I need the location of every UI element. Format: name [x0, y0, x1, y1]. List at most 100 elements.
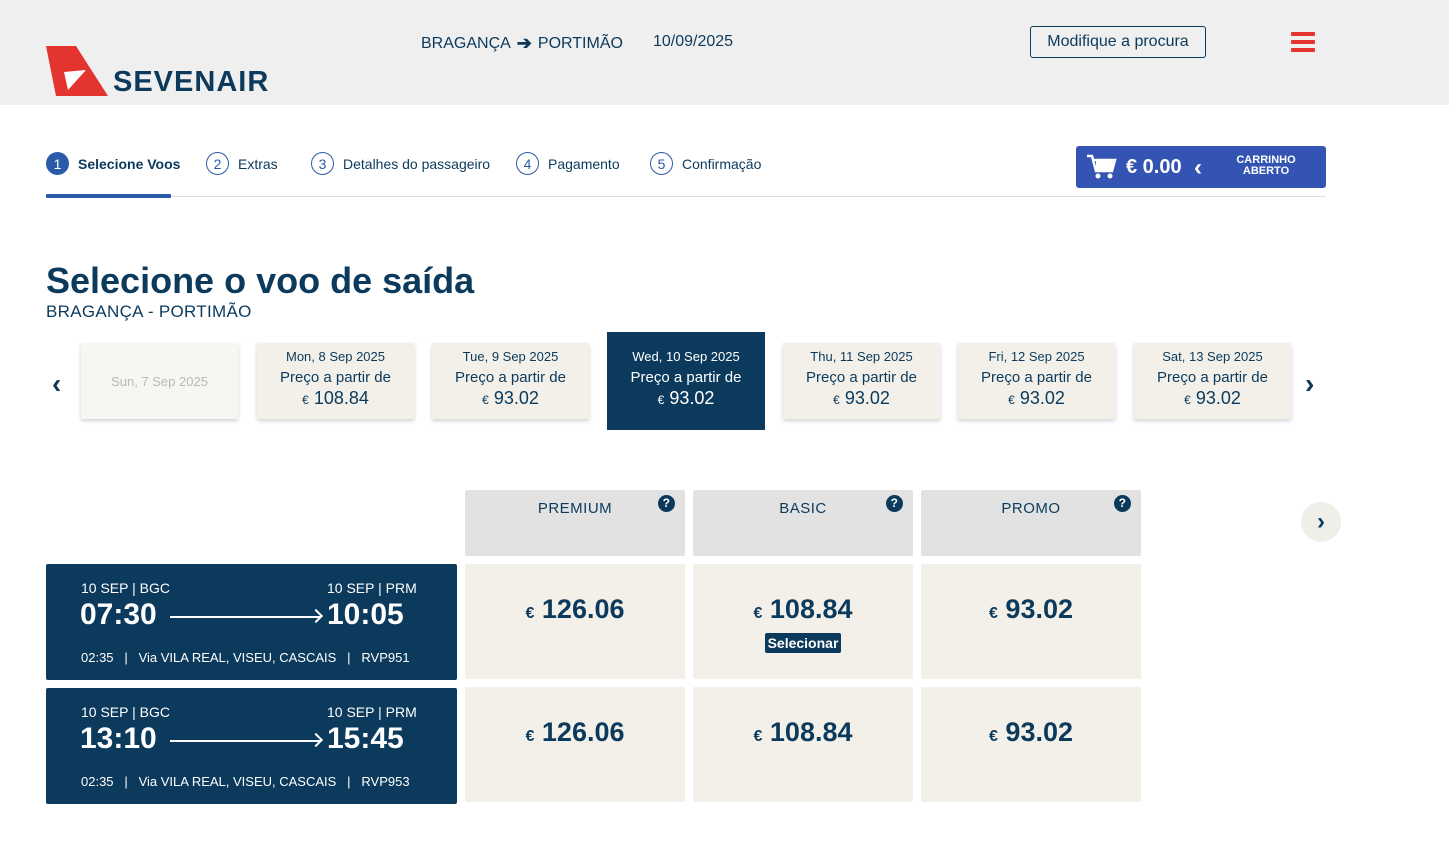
step-number: 1 [46, 152, 69, 175]
date-card-date: Wed, 10 Sep 2025 [632, 349, 740, 364]
fare-price-cell[interactable]: € 126.06 [465, 687, 685, 802]
step-number: 4 [516, 152, 539, 175]
chevron-left-icon: ‹ [1194, 154, 1202, 181]
date-card-from-label: Preço a partir de [630, 369, 742, 386]
help-icon[interactable]: ? [658, 495, 675, 512]
step-label: Detalhes do passageiro [343, 155, 491, 172]
step-label: Selecione Voos [78, 155, 181, 172]
date-card[interactable]: Sat, 13 Sep 2025 Preço a partir de € 93.… [1134, 343, 1291, 419]
euro-symbol: € [989, 605, 998, 622]
euro-symbol: € [482, 393, 489, 407]
hamburger-menu-icon[interactable] [1291, 32, 1315, 52]
date-card-price-value: 93.02 [493, 388, 539, 408]
fare-header-basic: BASIC ? [693, 490, 913, 556]
date-card[interactable]: Thu, 11 Sep 2025 Preço a partir de € 93.… [783, 343, 940, 419]
euro-symbol: € [989, 728, 998, 745]
euro-symbol: € [657, 393, 665, 407]
date-card-price: € 93.02 [432, 388, 589, 409]
flight-arrow-icon [170, 616, 320, 618]
date-card-date: Thu, 11 Sep 2025 [810, 349, 913, 364]
fare-header-premium: PREMIUM ? [465, 490, 685, 556]
cart-open-label: CARRINHO ABERTO [1236, 154, 1296, 177]
next-dates-chevron-icon[interactable]: › [1305, 368, 1314, 400]
arrow-right-icon: ➔ [516, 33, 532, 53]
date-card-price-value: 93.02 [1195, 388, 1241, 408]
help-icon[interactable]: ? [886, 495, 903, 512]
step-select-flights[interactable]: 1 Selecione Voos [46, 152, 180, 175]
date-card-price: € 93.02 [1134, 388, 1291, 409]
euro-symbol: € [1008, 393, 1015, 407]
step-number: 3 [311, 152, 334, 175]
flight-arrow-icon [170, 740, 320, 742]
shopping-cart-icon [1087, 154, 1117, 179]
fare-name: PROMO [1001, 500, 1061, 517]
step-payment[interactable]: 4 Pagamento [516, 152, 620, 175]
fare-price-cell[interactable]: € 108.84 [693, 687, 913, 802]
flight-info: 02:35 | Via VILA REAL, VISEU, CASCAIS | … [81, 774, 410, 789]
euro-symbol: € [525, 728, 535, 745]
date-card-disabled: Sun, 7 Sep 2025 [81, 343, 238, 419]
top-header: SEVENAIR BRAGANÇA ➔ PORTIMÃO 10/09/2025 … [0, 0, 1449, 105]
sevenair-logo[interactable]: SEVENAIR [46, 44, 286, 98]
arrival-date-airport: 10 SEP | PRM [327, 704, 417, 720]
prev-dates-chevron-icon[interactable]: ‹ [52, 368, 61, 400]
arrival-time: 10:05 [327, 598, 404, 631]
date-card-price-value: 108.84 [313, 388, 369, 408]
step-passenger-details[interactable]: 3 Detalhes do passageiro [311, 152, 490, 175]
euro-symbol: € [302, 393, 309, 407]
fare-price: € 93.02 [921, 594, 1141, 625]
fare-name: BASIC [779, 500, 827, 517]
fare-price-cell[interactable]: € 93.02 [921, 564, 1141, 679]
flight-row: 10 SEP | BGC 10 SEP | PRM 13:10 15:45 02… [46, 688, 457, 804]
step-extras[interactable]: 2 Extras [206, 152, 278, 175]
modify-search-button[interactable]: Modifique a procura [1030, 26, 1206, 58]
route-summary: BRAGANÇA ➔ PORTIMÃO [421, 33, 623, 54]
euro-symbol: € [1184, 393, 1191, 407]
brand-name: SEVENAIR [113, 66, 270, 98]
date-card-price: € 93.02 [958, 388, 1115, 409]
logo-icon [46, 46, 108, 96]
date-card-price: € 108.84 [257, 388, 414, 409]
flight-row: 10 SEP | BGC 10 SEP | PRM 07:30 10:05 02… [46, 564, 457, 680]
date-card-date: Fri, 12 Sep 2025 [988, 349, 1085, 364]
step-label: Pagamento [548, 155, 620, 172]
fare-price-value: 126.06 [541, 594, 625, 624]
fare-price-value: 93.02 [1005, 717, 1073, 747]
date-card-date: Tue, 9 Sep 2025 [462, 349, 559, 364]
euro-symbol: € [753, 728, 763, 745]
page-title: Selecione o voo de saída [46, 260, 475, 301]
cart-total: € 0.00 [1126, 156, 1182, 178]
euro-symbol: € [753, 605, 763, 622]
select-fare-button[interactable]: Selecionar [764, 633, 842, 653]
departure-time: 13:10 [80, 722, 157, 755]
fare-header-promo: PROMO ? [921, 490, 1141, 556]
euro-symbol: € [833, 393, 840, 407]
step-number: 2 [206, 152, 229, 175]
step-number: 5 [650, 152, 673, 175]
fare-price-cell[interactable]: € 126.06 [465, 564, 685, 679]
euro-symbol: € [525, 605, 535, 622]
fare-price-value: 93.02 [1005, 594, 1073, 624]
fare-price-cell[interactable]: € 108.84 Selecionar [693, 564, 913, 679]
date-card-price: € 93.02 [607, 388, 765, 409]
date-card[interactable]: Fri, 12 Sep 2025 Preço a partir de € 93.… [958, 343, 1115, 419]
fare-price: € 126.06 [465, 717, 685, 748]
step-confirmation[interactable]: 5 Confirmação [650, 152, 761, 175]
route-subtitle: BRAGANÇA - PORTIMÃO [46, 302, 252, 321]
date-card-from-label: Preço a partir de [280, 369, 391, 386]
help-icon[interactable]: ? [1114, 495, 1131, 512]
fare-price: € 108.84 [693, 594, 913, 625]
active-step-indicator [46, 194, 171, 198]
cart-button[interactable]: € 0.00 ‹ CARRINHO ABERTO [1076, 146, 1326, 188]
date-card-date: Mon, 8 Sep 2025 [285, 349, 386, 364]
next-fares-chevron-icon[interactable]: › [1301, 502, 1341, 542]
date-card-price-value: 93.02 [669, 388, 715, 408]
date-card-selected[interactable]: Wed, 10 Sep 2025 Preço a partir de € 93.… [607, 332, 765, 430]
fare-price-cell[interactable]: € 93.02 [921, 687, 1141, 802]
date-card[interactable]: Tue, 9 Sep 2025 Preço a partir de € 93.0… [432, 343, 589, 419]
origin-city: BRAGANÇA [421, 34, 511, 52]
date-card[interactable]: Mon, 8 Sep 2025 Preço a partir de € 108.… [257, 343, 414, 419]
fare-price-value: 108.84 [769, 594, 853, 624]
date-card-date: Sun, 7 Sep 2025 [111, 374, 208, 389]
departure-time: 07:30 [80, 598, 157, 631]
